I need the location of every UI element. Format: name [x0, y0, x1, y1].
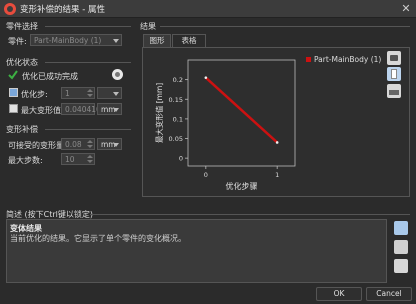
- part-select[interactable]: Part-MainBody (1): [30, 34, 122, 46]
- step-label: 优化步:: [21, 90, 48, 99]
- unit-select[interactable]: mm: [97, 103, 122, 115]
- data-point: [204, 76, 208, 79]
- data-point: [275, 141, 279, 144]
- acceptable-unit-select[interactable]: mm: [97, 138, 122, 150]
- optimization-status: 优化已成功完成: [22, 72, 78, 81]
- status-radio-icon[interactable]: [112, 69, 123, 80]
- plot-frame: [187, 59, 296, 167]
- divider: [45, 129, 131, 130]
- copy-icon[interactable]: [394, 221, 408, 235]
- part-select-value: Part-MainBody (1): [34, 36, 102, 45]
- cancel-button[interactable]: Cancel: [366, 287, 412, 301]
- divider: [90, 214, 410, 215]
- monitor-icon[interactable]: [394, 259, 408, 273]
- results-section-title: 结果: [140, 22, 156, 31]
- checkmark-icon: [8, 70, 18, 80]
- description-box: 变体结果 当前优化的结果。它显示了单个零件的变化概况。: [6, 219, 387, 283]
- x-axis-label: 优化步骤: [226, 181, 258, 191]
- max-steps-label: 最大步数:: [8, 156, 43, 165]
- printer-icon[interactable]: [394, 240, 408, 254]
- divider: [45, 62, 131, 63]
- camera-icon[interactable]: [387, 51, 401, 65]
- max-deform-field: 0.040410: [61, 103, 101, 115]
- ok-button[interactable]: OK: [316, 287, 362, 301]
- chevron-down-icon: [113, 39, 119, 43]
- deformation-icon: [9, 104, 18, 113]
- stepper-icon[interactable]: [87, 88, 93, 98]
- y-tick-label: 0.15: [169, 96, 183, 104]
- legend-swatch: [306, 57, 311, 62]
- tab-graph[interactable]: 图形: [143, 34, 171, 47]
- step-extra-select[interactable]: [97, 87, 122, 99]
- max-deform-value: 0.040410: [65, 105, 101, 114]
- x-tick-label: 1: [275, 171, 279, 179]
- parts-section-title: 零件选择: [6, 22, 38, 31]
- x-tick-label: 0: [204, 171, 208, 179]
- chevron-down-icon: [113, 92, 119, 96]
- compensation-section-title: 变形补偿: [6, 125, 38, 134]
- acceptable-deform-value: 0.08: [65, 140, 82, 149]
- y-tick-label: 0.1: [173, 115, 183, 123]
- description-body: 当前优化的结果。它显示了单个零件的变化概况。: [10, 234, 186, 243]
- app-icon: [4, 3, 16, 15]
- y-tick-label: 0: [179, 155, 183, 163]
- part-label: 零件:: [8, 37, 27, 46]
- stepper-icon[interactable]: [87, 154, 93, 164]
- clipboard-icon[interactable]: [387, 67, 401, 81]
- step-value: 1: [65, 89, 70, 98]
- printer-icon[interactable]: [387, 84, 401, 98]
- max-steps-input[interactable]: 10: [61, 153, 95, 165]
- chevron-down-icon: [113, 143, 119, 147]
- divider: [160, 26, 410, 27]
- acceptable-deform-label: 可接受的变形量:: [8, 141, 67, 150]
- acceptable-deform-input[interactable]: 0.08: [61, 138, 95, 150]
- divider: [45, 26, 131, 27]
- max-steps-value: 10: [65, 155, 75, 164]
- step-icon: [9, 88, 18, 97]
- y-axis-label: 最大变形值 [mm]: [154, 83, 164, 143]
- deformation-chart: 0 0.05 0.1 0.15 0.2 0 1 优化步骤 最大变形值 [mm]: [154, 59, 296, 191]
- step-input[interactable]: 1: [61, 87, 95, 99]
- y-tick-label: 0.05: [169, 135, 183, 143]
- tab-table[interactable]: 表格: [172, 34, 206, 47]
- max-deform-label: 最大变形值:: [21, 106, 64, 115]
- y-tick-label: 0.2: [173, 76, 183, 84]
- window-title: 变形补偿的结果 - 属性: [20, 5, 105, 15]
- optimization-section-title: 优化状态: [6, 58, 38, 67]
- chevron-down-icon: [113, 108, 119, 112]
- close-icon[interactable]: ✕: [398, 1, 414, 17]
- legend-label: Part-MainBody (1): [314, 55, 382, 64]
- stepper-icon[interactable]: [87, 139, 93, 149]
